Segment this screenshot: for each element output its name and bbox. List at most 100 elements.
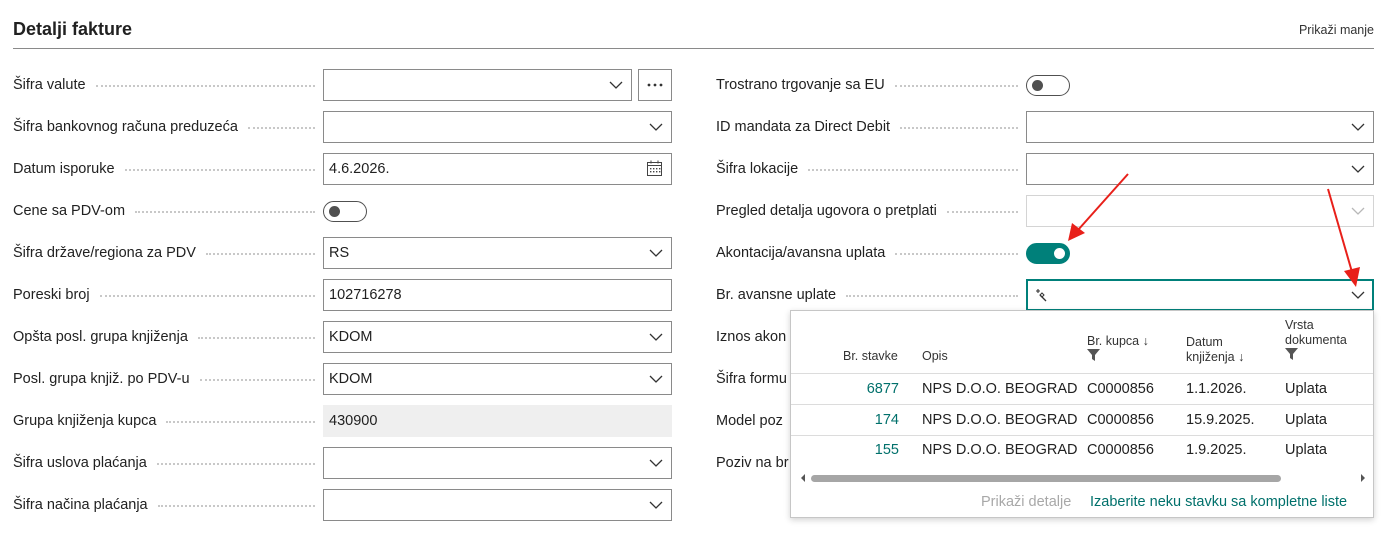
field-label: Trostrano trgovanje sa EU <box>716 69 1026 101</box>
field-company-bank-account: Šifra bankovnog računa preduzeća <box>13 111 673 143</box>
chevron-down-icon <box>1351 291 1365 299</box>
field-label: Šifra načina plaćanja <box>13 489 323 521</box>
field-value: KDOM <box>329 371 373 387</box>
direct-debit-mandate-dropdown[interactable] <box>1026 111 1374 143</box>
document-type-cell: Uplata <box>1285 412 1327 428</box>
description-cell: NPS D.O.O. BEOGRAD <box>922 442 1078 458</box>
horizontal-scrollbar[interactable] <box>799 473 1367 483</box>
field-gen-bus-posting-group: Opšta posl. grupa knjiženja KDOM <box>13 321 673 353</box>
field-prices-incl-vat: Cene sa PDV-om <box>13 195 673 227</box>
field-reference-model: Model poz <box>716 405 796 437</box>
column-header-customer-no[interactable]: Br. kupca ↓ <box>1087 334 1149 365</box>
prepayment-toggle[interactable] <box>1026 243 1070 264</box>
field-payment-method-code: Šifra načina plaćanja <box>13 489 673 521</box>
customer-no-cell: C0000856 <box>1087 381 1154 397</box>
vat-bus-posting-dropdown[interactable]: KDOM <box>323 363 672 395</box>
field-label: Šifra države/regiona za PDV <box>13 237 323 269</box>
chevron-down-icon <box>649 249 663 257</box>
field-label: Br. avansne uplate <box>716 279 1026 311</box>
line-no-link[interactable]: 155 <box>831 442 899 458</box>
section-header: Detalji fakture Prikaži manje <box>13 0 1374 49</box>
posting-date-cell: 15.9.2025. <box>1186 412 1255 428</box>
field-label: Pregled detalja ugovora o pretplati <box>716 195 1026 227</box>
line-no-link[interactable]: 6877 <box>831 381 899 397</box>
scroll-right-icon[interactable] <box>1359 473 1367 483</box>
posting-date-cell: 1.1.2026. <box>1186 381 1247 397</box>
field-prepayment-no: Br. avansne uplate <box>716 279 1374 311</box>
posting-date-cell: 1.9.2025. <box>1186 442 1247 458</box>
sort-arrow-icon: ↓ <box>1238 350 1245 364</box>
field-payment-terms-code: Šifra uslova plaćanja <box>13 447 673 479</box>
field-value: 102716278 <box>329 287 402 303</box>
column-header-description[interactable]: Opis <box>922 349 948 364</box>
column-header-line-no[interactable]: Br. stavke <box>843 349 898 364</box>
field-vat-country-code: Šifra države/regiona za PDV RS <box>13 237 673 269</box>
gen-bus-posting-dropdown[interactable]: KDOM <box>323 321 672 353</box>
field-label: Šifra bankovnog računa preduzeća <box>13 111 323 143</box>
field-label: Šifra valute <box>13 69 323 101</box>
customer-no-cell: C0000856 <box>1087 412 1154 428</box>
field-subscription-contract-details: Pregled detalja ugovora o pretplati <box>716 195 1374 227</box>
currency-code-dropdown[interactable] <box>323 69 632 101</box>
prepayment-lookup-popup: Br. stavke Opis Br. kupca ↓ Datum knjiže… <box>790 310 1374 518</box>
field-label: Cene sa PDV-om <box>13 195 323 227</box>
eu-3-party-trade-toggle[interactable] <box>1026 75 1070 96</box>
field-direct-debit-mandate-id: ID mandata za Direct Debit <box>716 111 1374 143</box>
sort-arrow-icon: ↓ <box>1142 334 1149 348</box>
chevron-down-icon <box>649 375 663 383</box>
line-no-link[interactable]: 174 <box>831 412 899 428</box>
filter-icon[interactable] <box>1285 348 1298 360</box>
customer-no-cell: C0000856 <box>1087 442 1154 458</box>
document-type-cell: Uplata <box>1285 442 1327 458</box>
field-label: Model poz <box>716 413 783 429</box>
field-value: 430900 <box>329 413 378 429</box>
bank-account-dropdown[interactable] <box>323 111 672 143</box>
field-label: Šifra formu <box>716 371 787 387</box>
scroll-left-icon[interactable] <box>799 473 807 483</box>
field-label: Grupa knjiženja kupca <box>13 405 323 437</box>
field-label: Šifra lokacije <box>716 153 1026 185</box>
filter-icon[interactable] <box>1087 349 1100 361</box>
field-prepayment-amount: Iznos akon <box>716 321 796 353</box>
field-label: Akontacija/avansna uplata <box>716 237 1026 269</box>
more-options-button[interactable] <box>638 69 672 101</box>
prices-incl-vat-toggle[interactable] <box>323 201 367 222</box>
payment-terms-dropdown[interactable] <box>323 447 672 479</box>
document-type-cell: Uplata <box>1285 381 1327 397</box>
field-label: Poreski broj <box>13 279 323 311</box>
chevron-down-icon <box>649 333 663 341</box>
calendar-icon[interactable] <box>646 160 663 177</box>
column-header-posting-date[interactable]: Datum knjiženja ↓ <box>1186 335 1244 365</box>
chevron-down-icon <box>649 123 663 131</box>
field-label: Iznos akon <box>716 329 787 345</box>
scrollbar-thumb[interactable] <box>811 475 1281 482</box>
field-value: 4.6.2026. <box>329 161 390 177</box>
select-from-full-list-link[interactable]: Izaberite neku stavku sa kompletne liste <box>1090 494 1347 510</box>
field-label: ID mandata za Direct Debit <box>716 111 1026 143</box>
section-title: Detalji fakture <box>13 19 133 39</box>
field-label: Datum isporuke <box>13 153 323 185</box>
payment-method-dropdown[interactable] <box>323 489 672 521</box>
field-label: Posl. grupa knjiž. po PDV-u <box>13 363 323 395</box>
field-label: Opšta posl. grupa knjiženja <box>13 321 323 353</box>
location-code-dropdown[interactable] <box>1026 153 1374 185</box>
show-details-link: Prikaži detalje <box>981 494 1072 510</box>
vat-country-dropdown[interactable]: RS <box>323 237 672 269</box>
magic-wand-icon <box>1036 289 1047 302</box>
customer-posting-group-value: 430900 <box>323 405 672 437</box>
field-shipment-date: Datum isporuke 4.6.2026. <box>13 153 673 185</box>
chevron-down-icon <box>1351 123 1365 131</box>
field-formula-code: Šifra formu <box>716 363 796 395</box>
field-label: Poziv na br <box>716 455 789 471</box>
description-cell: NPS D.O.O. BEOGRAD <box>922 412 1078 428</box>
chevron-down-icon <box>609 81 623 89</box>
field-label: Šifra uslova plaćanja <box>13 447 323 479</box>
prepayment-no-dropdown[interactable] <box>1026 279 1374 311</box>
vat-registration-input[interactable]: 102716278 <box>323 279 672 311</box>
field-vat-bus-posting-group: Posl. grupa knjiž. po PDV-u KDOM <box>13 363 673 395</box>
column-header-document-type[interactable]: Vrsta dokumenta <box>1285 318 1347 364</box>
shipment-date-input[interactable]: 4.6.2026. <box>323 153 672 185</box>
field-currency-code: Šifra valute <box>13 69 673 101</box>
show-less-link[interactable]: Prikaži manje <box>1299 23 1374 37</box>
description-cell: NPS D.O.O. BEOGRAD <box>922 381 1078 397</box>
